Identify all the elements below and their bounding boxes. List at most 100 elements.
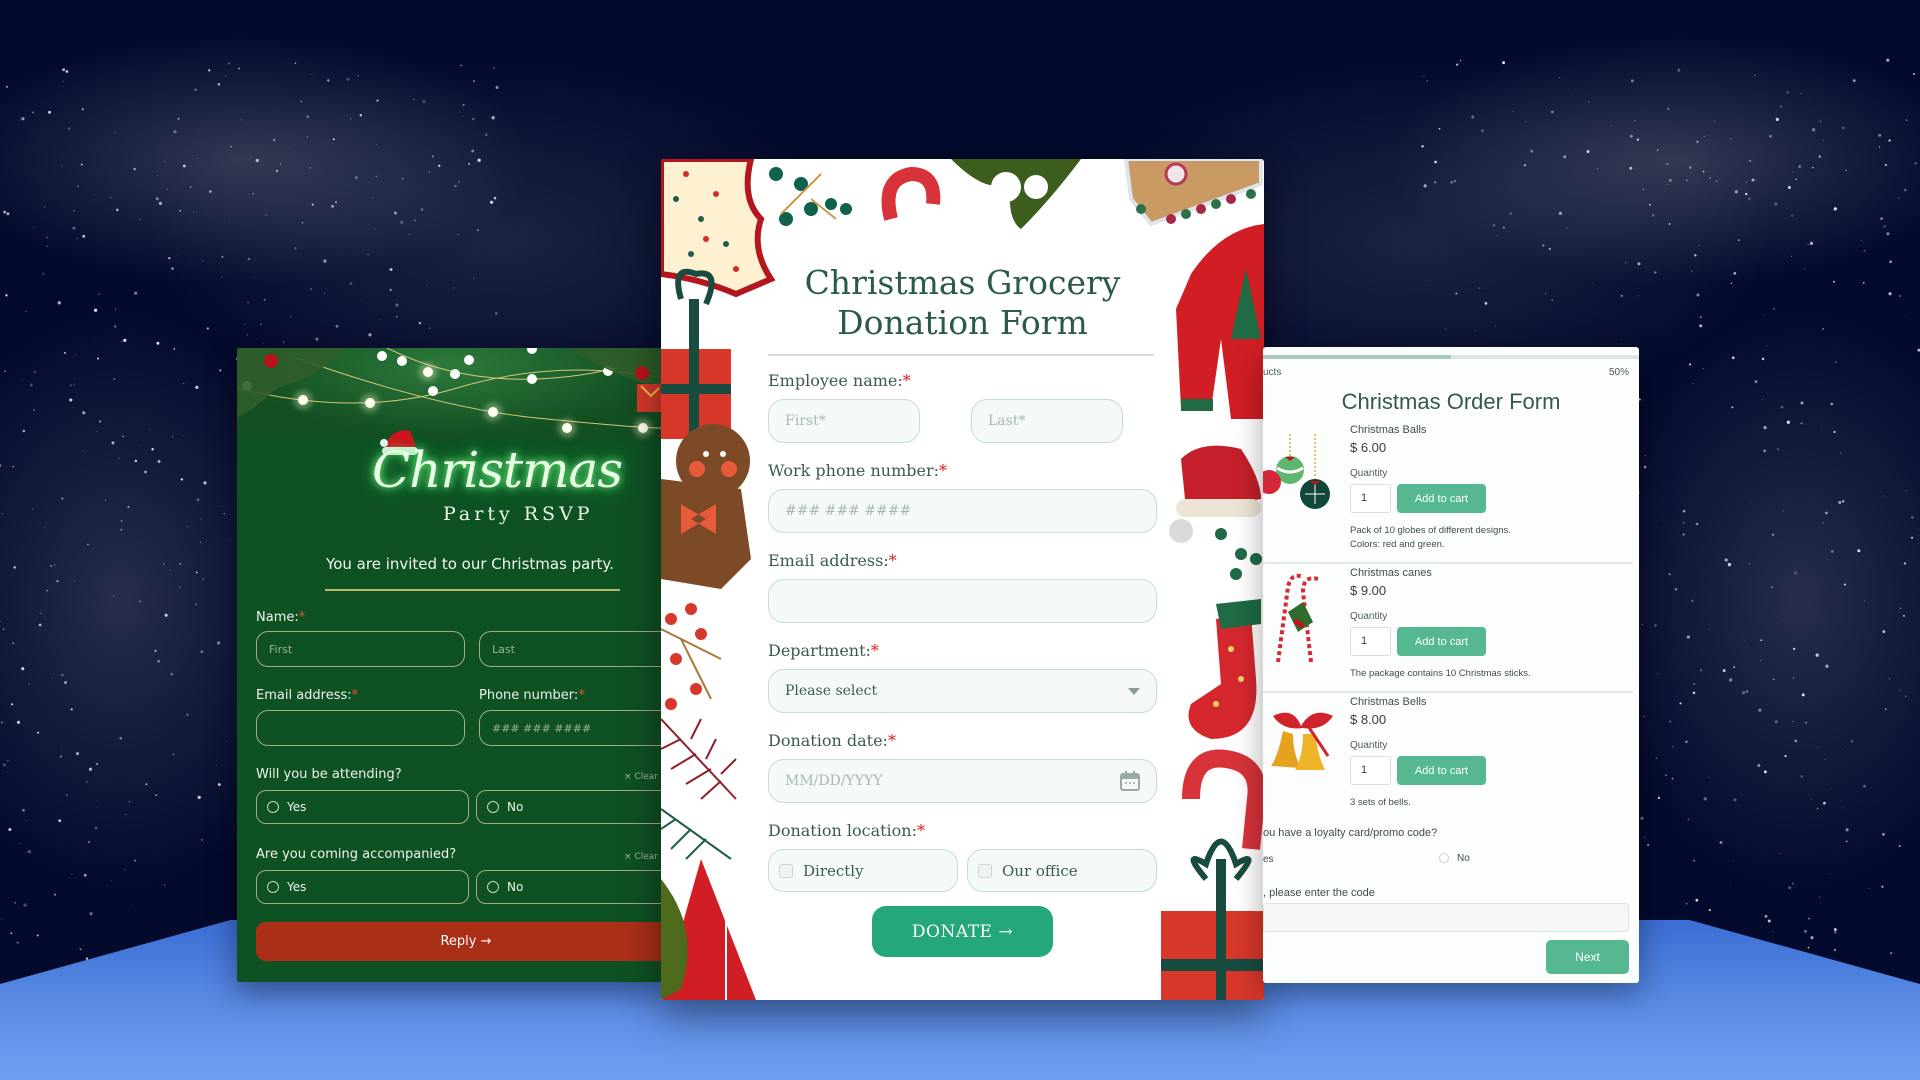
sparkle <box>1783 301 1785 303</box>
sparkle <box>82 450 84 452</box>
sparkle <box>139 600 141 603</box>
loyalty-yes-option[interactable]: es <box>1263 854 1274 865</box>
sparkle <box>1689 166 1692 169</box>
work-phone-input[interactable]: ### ### #### <box>768 489 1157 533</box>
add-to-cart-button[interactable]: Add to cart <box>1397 484 1486 513</box>
sparkle <box>1586 149 1590 154</box>
sparkle <box>65 70 69 73</box>
department-selected-value: Please select <box>785 683 878 699</box>
sparkle <box>73 407 75 408</box>
sparkle <box>1640 816 1644 820</box>
sparkle <box>1620 294 1623 298</box>
sparkle <box>1691 270 1693 272</box>
product-item: Christmas Bells $ 8.00 Quantity 1 Add to… <box>1263 696 1633 811</box>
sparkle <box>1790 214 1794 217</box>
sparkle <box>1795 178 1797 181</box>
employee-last-name-input[interactable]: Last* <box>971 399 1123 443</box>
sparkle <box>1790 255 1792 257</box>
loyalty-no-option[interactable]: No <box>1439 853 1470 864</box>
last-name-input[interactable]: Last <box>479 631 662 667</box>
employee-first-name-input[interactable]: First* <box>768 399 920 443</box>
sparkle <box>1761 399 1763 401</box>
calendar-icon[interactable] <box>1120 771 1140 791</box>
sparkle <box>1426 280 1428 282</box>
sparkle <box>1512 110 1514 113</box>
next-button[interactable]: Next <box>1546 940 1629 974</box>
sparkle <box>1824 758 1826 761</box>
sparkle <box>1588 101 1590 103</box>
accompanied-yes-option[interactable]: Yes <box>256 870 469 904</box>
sparkle <box>226 741 228 742</box>
sparkle <box>1833 280 1835 283</box>
sparkle <box>1786 91 1789 94</box>
sparkle <box>1478 287 1481 290</box>
quantity-input[interactable]: 1 <box>1350 484 1391 513</box>
donation-date-input[interactable]: MM/DD/YYYY <box>768 759 1157 803</box>
sparkle <box>1793 647 1796 650</box>
quantity-input[interactable]: 1 <box>1350 627 1391 656</box>
sparkle <box>1611 125 1613 127</box>
sparkle <box>1880 217 1883 220</box>
sparkle <box>14 902 16 904</box>
sparkle <box>1575 88 1577 90</box>
location-directly-checkbox[interactable]: Directly <box>768 849 958 892</box>
email-label: Email address:* <box>768 551 897 570</box>
clear-accompanied-button[interactable]: × Clear <box>624 852 658 862</box>
sparkle <box>1733 860 1735 862</box>
email-input[interactable] <box>256 710 465 746</box>
location-office-checkbox[interactable]: Our office <box>967 849 1157 892</box>
sparkle <box>200 541 202 543</box>
sparkle <box>10 932 13 935</box>
candy-canes-image <box>1276 573 1319 663</box>
sparkle <box>109 196 112 199</box>
sparkle <box>75 752 79 756</box>
sparkle <box>1705 569 1707 571</box>
attending-no-option[interactable]: No <box>476 790 662 824</box>
sparkle <box>462 103 465 107</box>
email-input[interactable] <box>768 579 1157 623</box>
promo-code-input[interactable] <box>1263 903 1629 932</box>
sparkle <box>379 319 381 321</box>
sparkle <box>1878 133 1882 137</box>
department-select[interactable]: Please select <box>768 669 1157 713</box>
sparkle <box>1911 515 1914 519</box>
loyalty-question: ou have a loyalty card/promo code? <box>1263 827 1438 839</box>
sparkle <box>203 481 207 485</box>
sparkle <box>1731 406 1734 409</box>
clear-attending-button[interactable]: × Clear <box>624 772 658 782</box>
accompanied-no-option[interactable]: No <box>476 870 662 904</box>
sparkle <box>158 201 163 205</box>
sparkle <box>11 703 14 706</box>
sparkle <box>1638 295 1639 297</box>
sparkle <box>1810 98 1812 100</box>
sparkle <box>1644 836 1646 839</box>
order-form-card: ucts 50% Christmas Order Form Christmas … <box>1263 347 1639 983</box>
sparkle <box>323 259 327 263</box>
sparkle <box>166 188 168 190</box>
phone-label: Phone number:* <box>479 688 585 703</box>
donate-button[interactable]: DONATE → <box>872 906 1053 957</box>
sparkle <box>1817 104 1818 106</box>
sparkle <box>1421 145 1424 148</box>
add-to-cart-button[interactable]: Add to cart <box>1397 627 1486 656</box>
add-to-cart-button[interactable]: Add to cart <box>1397 756 1486 785</box>
sparkle <box>22 429 26 433</box>
sparkle <box>1838 500 1842 505</box>
sparkle <box>127 505 130 509</box>
sparkle <box>420 208 424 211</box>
sparkle <box>493 196 497 200</box>
sparkle <box>1715 180 1718 183</box>
reply-button[interactable]: Reply → <box>256 922 662 961</box>
attending-yes-option[interactable]: Yes <box>256 790 469 824</box>
sparkle <box>1807 946 1810 949</box>
sparkle <box>1544 293 1547 295</box>
radio-icon <box>487 881 499 893</box>
sparkle <box>149 429 151 431</box>
sparkle <box>354 175 358 180</box>
sparkle <box>89 912 93 916</box>
phone-input[interactable]: ### ### #### <box>479 710 662 746</box>
sparkle <box>1696 140 1699 143</box>
quantity-input[interactable]: 1 <box>1350 756 1391 785</box>
first-name-input[interactable]: First <box>256 631 465 667</box>
sparkle <box>375 175 377 178</box>
